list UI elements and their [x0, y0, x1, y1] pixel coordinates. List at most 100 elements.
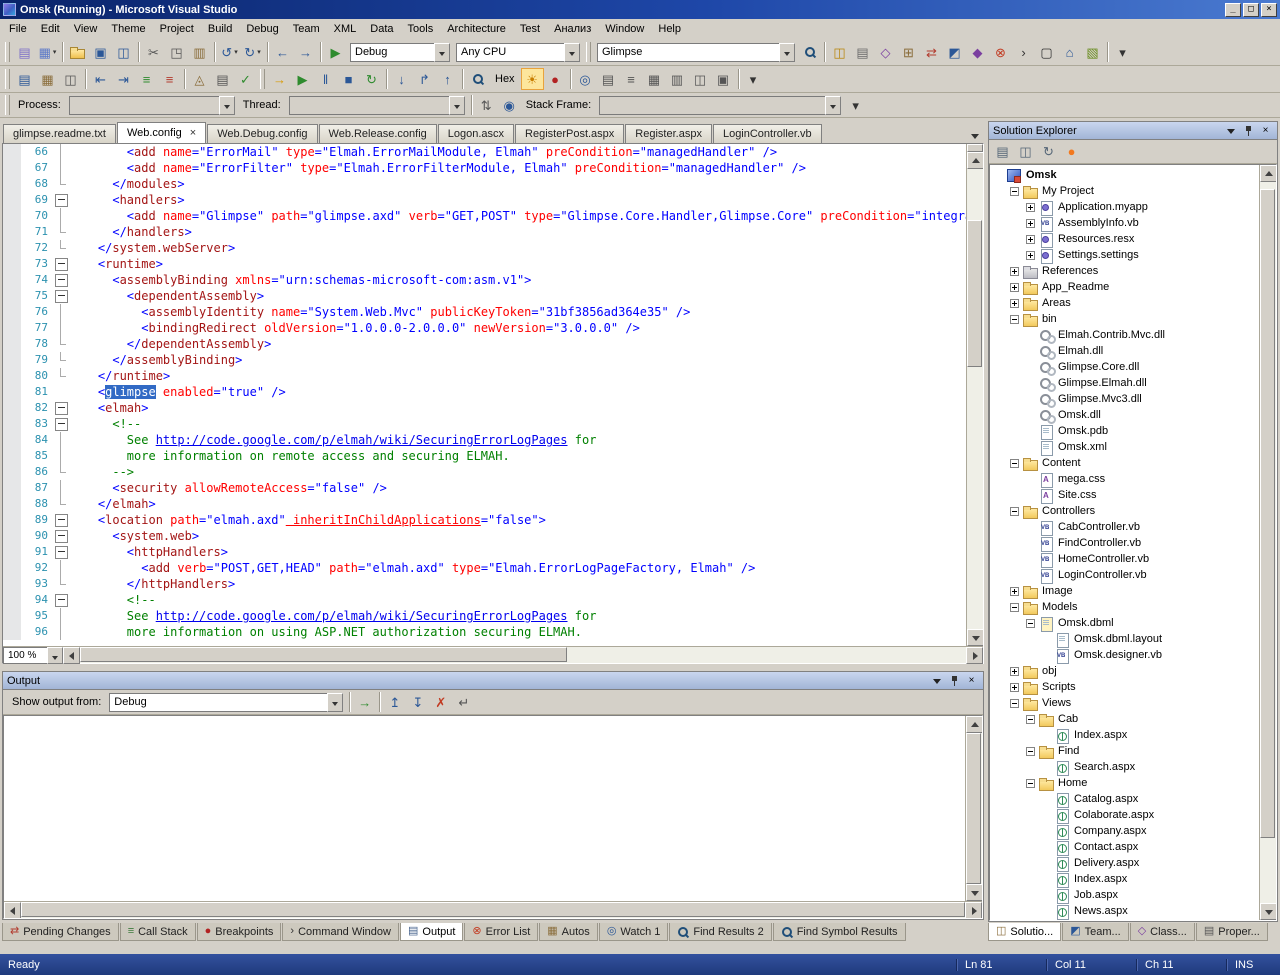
- minimize-button[interactable]: _: [1225, 2, 1241, 17]
- immediate-window-icon[interactable]: ▢: [1035, 41, 1058, 63]
- object-browser-icon[interactable]: ◇: [874, 41, 897, 63]
- tree-item[interactable]: Index.aspx: [990, 871, 1259, 888]
- expand-icon[interactable]: [1026, 218, 1035, 228]
- code-line[interactable]: 88 </elmah>: [3, 496, 966, 512]
- toolbar-grip[interactable]: [260, 69, 265, 89]
- tree-item[interactable]: obj: [990, 663, 1259, 679]
- code-text[interactable]: See http://code.google.com/p/elmah/wiki/…: [69, 608, 966, 624]
- tree-item[interactable]: Views: [990, 695, 1259, 711]
- memory-window-icon[interactable]: ▦: [643, 68, 666, 90]
- format-document-icon[interactable]: ▤: [211, 68, 234, 90]
- menu-test[interactable]: Test: [513, 20, 547, 38]
- tree-item[interactable]: Areas: [990, 295, 1259, 311]
- collapse-icon[interactable]: [1010, 314, 1019, 324]
- tree-item[interactable]: App_Readme: [990, 279, 1259, 295]
- tree-item[interactable]: Omsk.xml: [990, 439, 1259, 456]
- watch-window-icon[interactable]: ◎: [574, 68, 597, 90]
- tree-item[interactable]: Delivery.aspx: [990, 855, 1259, 872]
- code-line[interactable]: 93 </httpHandlers>: [3, 576, 966, 592]
- code-line[interactable]: 69 <handlers>: [3, 192, 966, 208]
- class-view-icon[interactable]: ◆: [966, 41, 989, 63]
- menu-view[interactable]: View: [67, 20, 105, 38]
- solution-platforms-combo-dropdown-icon[interactable]: [564, 42, 580, 62]
- scroll-down-icon[interactable]: [966, 884, 982, 901]
- menu-tools[interactable]: Tools: [401, 20, 441, 38]
- code-line[interactable]: 96 more information on using ASP.NET aut…: [3, 624, 966, 640]
- tree-item[interactable]: Omsk.pdb: [990, 423, 1259, 440]
- code-text[interactable]: <handlers>: [69, 192, 966, 208]
- doc-tab-registerpost-aspx[interactable]: RegisterPost.aspx: [515, 124, 625, 143]
- locals-window-icon[interactable]: ▤: [597, 68, 620, 90]
- toolbox-icon[interactable]: ⊞: [897, 41, 920, 63]
- glimpse-icon[interactable]: ●: [1060, 141, 1083, 163]
- code-line[interactable]: 72 </system.webServer>: [3, 240, 966, 256]
- code-line[interactable]: 95 See http://code.google.com/p/elmah/wi…: [3, 608, 966, 624]
- debug-location-options-icon[interactable]: ▾: [844, 94, 867, 116]
- collapse-icon[interactable]: [1026, 714, 1035, 724]
- code-text[interactable]: <add name="Glimpse" path="glimpse.axd" v…: [69, 208, 966, 224]
- scroll-down-icon[interactable]: [1260, 903, 1276, 920]
- editor-hscroll-trough[interactable]: [80, 647, 966, 663]
- output-panel-header[interactable]: Output ×: [3, 672, 983, 690]
- flag-thread-icon[interactable]: ◉: [498, 94, 521, 116]
- open-file-icon[interactable]: [66, 41, 89, 63]
- save-all-icon[interactable]: ◫: [112, 41, 135, 63]
- undo-icon[interactable]: ↺ ▾: [218, 41, 241, 63]
- uncomment-selection-icon[interactable]: ≡: [158, 68, 181, 90]
- collapse-icon[interactable]: [1026, 778, 1035, 788]
- zoom-dropdown-icon[interactable]: [47, 646, 63, 664]
- code-line[interactable]: 79 </assemblyBinding>: [3, 352, 966, 368]
- tree-item[interactable]: Job.aspx: [990, 887, 1259, 904]
- editor-vscroll-thumb[interactable]: [967, 219, 982, 367]
- collapse-icon[interactable]: [1026, 618, 1035, 628]
- properties-icon[interactable]: ▤: [991, 141, 1014, 163]
- properties-window-icon[interactable]: ▤: [851, 41, 874, 63]
- code-text[interactable]: more information on using ASP.NET author…: [69, 624, 966, 640]
- tab-autos[interactable]: ▦ Autos: [539, 923, 598, 941]
- output-source-combo-dropdown-icon[interactable]: [327, 692, 344, 712]
- close-button[interactable]: ×: [1261, 2, 1277, 17]
- tree-item[interactable]: Glimpse.Core.dll: [990, 359, 1259, 376]
- collapse-icon[interactable]: [1010, 458, 1019, 468]
- document-list-dropdown-icon[interactable]: [968, 128, 983, 143]
- tree-item[interactable]: mega.css: [990, 471, 1259, 488]
- code-text[interactable]: </httpHandlers>: [69, 576, 966, 592]
- output-hscroll-trough[interactable]: [21, 902, 965, 918]
- code-area[interactable]: 66 <add name="ErrorMail" type="Elmah.Err…: [3, 144, 966, 646]
- code-text[interactable]: <dependentAssembly>: [69, 288, 966, 304]
- toolbar-grip[interactable]: [586, 42, 591, 62]
- paste-icon[interactable]: ▥: [188, 41, 211, 63]
- tree-item[interactable]: Omsk: [990, 167, 1259, 183]
- tree-item[interactable]: Omsk.dll: [990, 407, 1259, 424]
- command-window-icon[interactable]: ›: [1012, 41, 1035, 63]
- tab-command-window[interactable]: › Command Window: [282, 923, 399, 941]
- view-markup-icon[interactable]: ▤: [13, 68, 36, 90]
- show-threads-icon[interactable]: ⇅: [475, 94, 498, 116]
- collapse-icon[interactable]: [1010, 186, 1019, 196]
- menu-анализ[interactable]: Анализ: [547, 20, 598, 38]
- pin-icon[interactable]: [1241, 124, 1256, 137]
- tree-item[interactable]: Omsk.designer.vb: [990, 647, 1259, 664]
- code-line[interactable]: 91 <httpHandlers>: [3, 544, 966, 560]
- tree-item[interactable]: My Project: [990, 183, 1259, 199]
- expand-icon[interactable]: [1026, 202, 1035, 212]
- tree-item[interactable]: Home: [990, 775, 1259, 791]
- code-line[interactable]: 75 <dependentAssembly>: [3, 288, 966, 304]
- tree-item[interactable]: Scripts: [990, 679, 1259, 695]
- code-text[interactable]: <httpHandlers>: [69, 544, 966, 560]
- tree-item[interactable]: Models: [990, 599, 1259, 615]
- next-message-icon[interactable]: ↧: [406, 691, 429, 713]
- cut-icon[interactable]: ✂: [142, 41, 165, 63]
- code-text[interactable]: </elmah>: [69, 496, 966, 512]
- tree-item[interactable]: LoginController.vb: [990, 567, 1259, 584]
- collapse-icon[interactable]: [1010, 506, 1019, 516]
- tree-item[interactable]: Resources.resx: [990, 231, 1259, 248]
- solution-tree[interactable]: Omsk My Project Application.myapp AssemblyI…: [990, 165, 1259, 920]
- collapse-icon[interactable]: [1026, 746, 1035, 756]
- zoom-combo[interactable]: 100 %: [3, 646, 63, 664]
- step-over-icon[interactable]: ↱: [413, 68, 436, 90]
- tree-item[interactable]: Catalog.aspx: [990, 791, 1259, 808]
- decrease-indent-icon[interactable]: ⇤: [89, 68, 112, 90]
- stop-debugging-icon[interactable]: ■: [337, 68, 360, 90]
- tree-item[interactable]: Application.myapp: [990, 199, 1259, 216]
